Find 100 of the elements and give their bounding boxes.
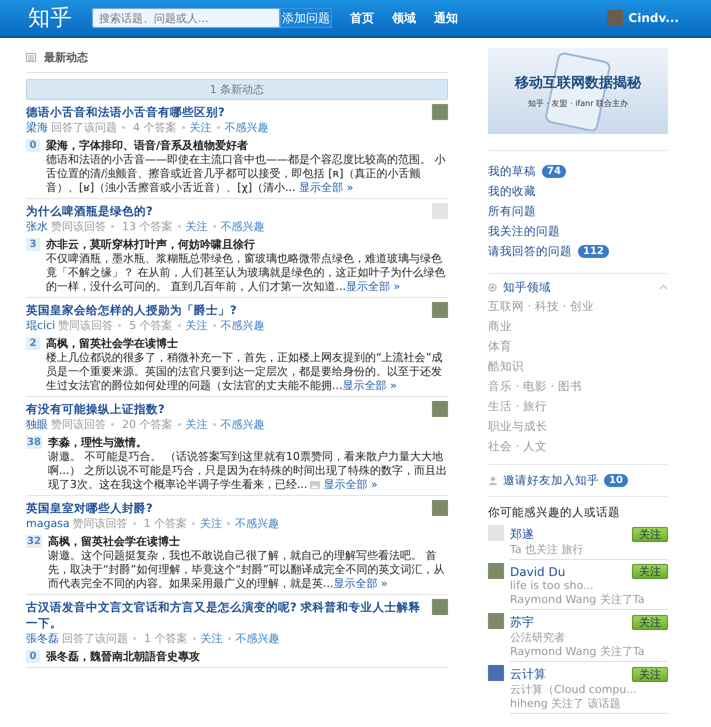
user-link[interactable]: 張冬磊 — [26, 632, 59, 645]
nav-link[interactable]: 通知 — [434, 10, 458, 26]
show-all-link[interactable]: 显示全部 » — [346, 280, 400, 293]
banner-subtitle: 知乎 · 友盟 · ifanr 联合主办 — [528, 98, 628, 108]
question-link[interactable]: 有没有可能操纵上证指数? — [26, 401, 165, 417]
action-text: 赞同该回答 — [51, 220, 106, 233]
follow-button[interactable]: 关注 — [632, 564, 668, 579]
count-badge: 112 — [578, 244, 609, 258]
suggestion-detail: 公法研究者 — [510, 631, 566, 645]
pin-icon — [488, 282, 497, 292]
question-link[interactable]: 古汉语发音中文言文官话和方言又是怎么演变的呢? 求科普和专业人士解释一下。 — [26, 599, 422, 631]
nav-link[interactable]: 首页 — [350, 10, 374, 26]
action-text: 赞同该回答 — [51, 418, 106, 431]
show-all-link[interactable]: 显示全部 » — [299, 181, 354, 194]
sidebar-link[interactable]: 我的草稿 — [488, 164, 536, 178]
sidebar-link[interactable]: 所有问题 — [488, 204, 536, 218]
follow-link[interactable]: 关注 — [186, 220, 208, 233]
banner-ad[interactable]: 移动互联网数据揭秘 知乎 · 友盟 · ifanr 联合主办 — [488, 48, 668, 134]
show-all-link[interactable]: 显示全部 » — [333, 577, 388, 590]
avatar[interactable] — [488, 665, 504, 681]
user-link[interactable]: magasa — [26, 517, 70, 530]
search-field[interactable]: 搜索话题、问题或人... — [92, 8, 280, 28]
avatar[interactable] — [432, 203, 448, 219]
follow-button[interactable]: 关注 — [632, 615, 668, 630]
answer-excerpt: 不仅啤酒瓶，墨水瓶、浆糊瓶总带绿色，窗玻璃也略微带点绿色，难道玻璃与绿色竟「不解之缘」？ 在从前，人们甚至认为玻璃就是绿色的，这正如叶子为什么绿色的一样，没什么可问的。 直到几百年前，人们才第一次知道...显示全部 » — [46, 252, 446, 294]
user-link[interactable]: 梁海 — [26, 121, 48, 134]
follow-button[interactable]: 关注 — [632, 527, 668, 542]
caret-icon[interactable] — [659, 284, 668, 290]
action-text: 回答了该问题 — [62, 632, 128, 645]
suggestion-detail: Ta 也关注 旅行 — [510, 543, 585, 557]
answer-count: 1 个答案 — [144, 632, 188, 645]
sidebar-link[interactable]: 我的收藏 — [488, 184, 536, 198]
invite-link[interactable]: 邀请好友加入知乎 — [503, 473, 599, 488]
avatar[interactable] — [432, 302, 448, 318]
answer-author: 張冬磊，魏晉南北朝語音史專攻 — [46, 650, 201, 664]
follow-link[interactable]: 关注 — [186, 418, 208, 431]
ignore-link[interactable]: 不感兴趣 — [220, 319, 265, 332]
action-text: 赞同该回答 — [72, 517, 128, 530]
suggestion-name[interactable]: 苏宇 — [510, 614, 534, 631]
question-link[interactable]: 英国皇室对哪些人封爵? — [26, 500, 153, 516]
user-avatar[interactable] — [607, 10, 624, 26]
avatar[interactable] — [488, 525, 504, 541]
avatar[interactable] — [432, 401, 448, 417]
question-link[interactable]: 德语小舌音和法语小舌音有哪些区别? — [26, 104, 225, 120]
follow-link[interactable]: 关注 — [186, 319, 208, 332]
suggestion-detail: Raymond Wang 关注了Ta — [510, 593, 646, 607]
count-badge: 74 — [542, 164, 566, 178]
suggestion-name[interactable]: 云计算 — [510, 666, 546, 683]
suggestion-name[interactable]: 郑遂 — [510, 526, 534, 543]
avatar[interactable] — [432, 599, 448, 615]
show-all-link[interactable]: 显示全部 » — [323, 478, 378, 491]
vote-count[interactable]: 32 — [26, 535, 42, 548]
nav-link[interactable]: 领域 — [392, 10, 416, 26]
avatar[interactable] — [432, 104, 448, 120]
suggestion-detail: Raymond Wang 关注了Ta — [510, 645, 646, 659]
follow-link[interactable]: 关注 — [200, 632, 222, 645]
answer-author: 高枫，留英社会学在读博士 — [46, 337, 179, 351]
follow-link[interactable]: 关注 — [190, 121, 212, 134]
answer-author: 高枫，留英社会学在读博士 — [48, 535, 181, 549]
question-link[interactable]: 英国皇家会给怎样的人授勋为「爵士」? — [26, 302, 237, 318]
vote-count[interactable]: 0 — [26, 139, 40, 152]
avatar[interactable] — [432, 500, 448, 516]
answer-count: 4 个答案 — [133, 121, 176, 134]
banner-title: 移动互联网数据揭秘 — [515, 74, 641, 92]
suggestion-detail: life is too sho... — [510, 579, 595, 593]
domains-title[interactable]: 知乎领域 — [503, 280, 551, 294]
ignore-link[interactable]: 不感兴趣 — [220, 220, 264, 233]
question-link[interactable]: 为什么啤酒瓶是绿色的? — [26, 203, 153, 219]
answer-author: 梁海，字体排印、语音/音系及植物爱好者 — [46, 139, 250, 153]
sidebar-link[interactable]: 请我回答的问题 — [488, 244, 572, 258]
person-icon — [488, 476, 498, 485]
follow-button[interactable]: 关注 — [632, 667, 668, 682]
suggestions-title: 你可能感兴趣的人或话题 — [488, 504, 621, 521]
answer-excerpt: 谢邀。这个问题挺复杂，我也不敢说自己很了解，就自己的理解写些看法吧。 首先，取决于“封爵”如何理解，毕竟这个“封爵”可以翻译成完全不同的英文词汇，从而代表完全不同的内容。如果采用最广义的理解，就是英...显示全部 » — [48, 549, 446, 591]
action-text: 赞同该回答 — [58, 319, 114, 332]
ignore-link[interactable]: 不感兴趣 — [235, 517, 280, 530]
show-all-link[interactable]: 显示全部 » — [342, 379, 397, 392]
count-badge: 10 — [604, 474, 628, 487]
vote-count[interactable]: 3 — [26, 238, 40, 251]
ignore-link[interactable]: 不感兴趣 — [220, 418, 264, 431]
sidebar-link[interactable]: 我关注的问题 — [488, 224, 560, 238]
suggestion-name[interactable]: David Du — [510, 564, 566, 578]
user-link[interactable]: 独眼 — [26, 418, 48, 431]
follow-link[interactable]: 关注 — [200, 517, 222, 530]
avatar[interactable] — [488, 613, 504, 629]
add-question-button[interactable]: 添加问题 — [280, 8, 332, 28]
new-activity-bar[interactable]: 1 条新动态 — [26, 79, 448, 100]
list-icon — [26, 53, 36, 62]
vote-count[interactable]: 0 — [26, 650, 40, 663]
vote-count[interactable]: 38 — [26, 436, 42, 449]
ignore-link[interactable]: 不感兴趣 — [236, 632, 280, 645]
user-link[interactable]: 琨cici — [26, 319, 56, 332]
vote-count[interactable]: 2 — [26, 337, 40, 350]
action-text: 回答了该问题 — [51, 121, 117, 134]
user-name[interactable]: Cindv... — [628, 11, 679, 25]
user-link[interactable]: 张水 — [26, 220, 48, 233]
ignore-link[interactable]: 不感兴趣 — [224, 121, 268, 134]
logo[interactable]: 知乎 — [28, 3, 92, 33]
suggestion-detail: 云计算（Cloud compu... — [510, 683, 638, 697]
avatar[interactable] — [488, 563, 504, 579]
